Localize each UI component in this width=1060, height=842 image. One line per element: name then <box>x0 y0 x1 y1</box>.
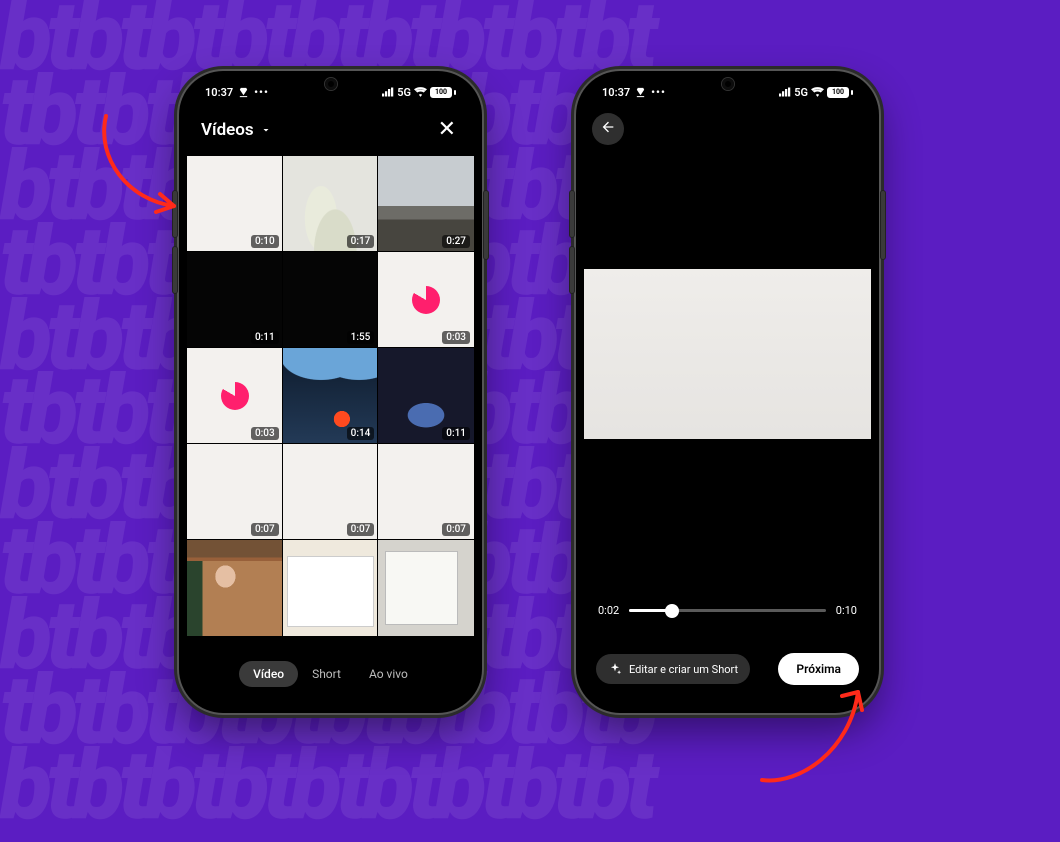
video-thumbnail[interactable]: 0:11 <box>187 252 283 348</box>
thumbnail-duration: 0:03 <box>442 331 470 344</box>
thumbnail-duration: 0:10 <box>251 235 279 248</box>
wifi-icon <box>414 87 427 97</box>
signal-icon <box>779 87 791 97</box>
video-thumbnail[interactable]: 0:07 <box>187 444 283 540</box>
status-time: 10:37 <box>602 86 630 99</box>
video-thumbnail[interactable] <box>187 540 283 636</box>
device-camera-hole <box>325 78 337 90</box>
thumbnail-duration: 0:27 <box>442 235 470 248</box>
spinner-icon <box>221 382 249 410</box>
picker-header: Vídeos ✕ <box>187 105 474 156</box>
scrubber-handle[interactable] <box>665 604 679 618</box>
signal-icon <box>382 87 394 97</box>
video-thumbnail[interactable]: 0:17 <box>283 156 379 252</box>
thumbnail-duration: 1:55 <box>347 331 375 344</box>
battery-indicator: 100 <box>827 87 853 98</box>
tab-live[interactable]: Ao vivo <box>355 661 422 687</box>
video-thumbnail[interactable]: 1:55 <box>283 252 379 348</box>
picker-source-dropdown[interactable]: Vídeos <box>201 120 272 140</box>
wifi-icon <box>811 87 824 97</box>
watermark-pattern: btbtbtbtbtbtbtbtbt tbtbtbtbtbtbtbtbtb bt… <box>0 0 1060 795</box>
device-volume-down <box>173 247 177 293</box>
thumbnail-duration: 0:03 <box>251 427 279 440</box>
arrow-left-icon <box>600 119 616 139</box>
status-more-icon: ••• <box>651 86 666 99</box>
battery-indicator: 100 <box>430 87 456 98</box>
status-time: 10:37 <box>205 86 233 99</box>
tab-short[interactable]: Short <box>298 661 355 687</box>
picker-title-label: Vídeos <box>201 120 254 140</box>
device-power-button <box>484 191 488 259</box>
tutorial-canvas: btbtbtbtbtbtbtbtbt tbtbtbtbtbtbtbtbtb bt… <box>0 0 1060 795</box>
video-preview-frame[interactable] <box>584 269 871 439</box>
phone-mockup-left: 10:37 ••• 5G 100 <box>179 71 482 713</box>
video-thumbnail[interactable]: 0:03 <box>378 252 474 348</box>
device-camera-hole <box>722 78 734 90</box>
thumbnail-duration: 0:11 <box>251 331 279 344</box>
preview-actions: Editar e criar um Short Próxima <box>596 653 859 685</box>
video-thumbnail-grid: 0:10 0:17 0:27 0:11 1:55 0:03 0:03 0:14 0:11 0:07… <box>187 156 474 705</box>
video-thumbnail[interactable]: 0:07 <box>378 444 474 540</box>
video-thumbnail[interactable] <box>378 540 474 636</box>
sparkle-icon <box>608 662 622 676</box>
spinner-icon <box>412 286 440 314</box>
status-app-icon <box>635 87 646 98</box>
scrub-current-time: 0:02 <box>598 604 619 617</box>
video-thumbnail[interactable]: 0:11 <box>378 348 474 444</box>
video-scrubber: 0:02 0:10 <box>598 604 857 617</box>
thumbnail-duration: 0:14 <box>347 427 375 440</box>
video-thumbnail[interactable]: 0:03 <box>187 348 283 444</box>
thumbnail-duration: 0:07 <box>442 523 470 536</box>
chevron-down-icon <box>260 124 272 136</box>
close-button[interactable]: ✕ <box>434 113 460 146</box>
scrub-total-time: 0:10 <box>836 604 857 617</box>
video-thumbnail[interactable] <box>283 540 379 636</box>
scrubber-track[interactable] <box>629 609 826 612</box>
tab-video[interactable]: Vídeo <box>239 661 298 687</box>
edit-create-short-button[interactable]: Editar e criar um Short <box>596 654 750 684</box>
edit-create-short-label: Editar e criar um Short <box>629 663 738 676</box>
status-network-label: 5G <box>794 86 808 99</box>
video-thumbnail[interactable]: 0:14 <box>283 348 379 444</box>
preview-header <box>584 105 871 149</box>
status-network-label: 5G <box>397 86 411 99</box>
status-app-icon <box>238 87 249 98</box>
screen-video-preview: 10:37 ••• 5G 100 <box>584 79 871 705</box>
device-volume-up <box>173 191 177 237</box>
preview-body: 0:02 0:10 Editar e criar um Short Próx <box>584 149 871 705</box>
thumbnail-duration: 0:07 <box>347 523 375 536</box>
device-volume-down <box>570 247 574 293</box>
next-button[interactable]: Próxima <box>778 653 859 685</box>
device-volume-up <box>570 191 574 237</box>
phone-mockup-right: 10:37 ••• 5G 100 <box>576 71 879 713</box>
back-button[interactable] <box>592 113 624 145</box>
close-icon: ✕ <box>438 117 456 142</box>
upload-type-tabs: Vídeo Short Ao vivo <box>187 649 474 705</box>
status-more-icon: ••• <box>254 86 269 99</box>
video-thumbnail[interactable]: 0:07 <box>283 444 379 540</box>
thumbnail-duration: 0:17 <box>347 235 375 248</box>
device-power-button <box>881 191 885 259</box>
screen-video-picker: 10:37 ••• 5G 100 <box>187 79 474 705</box>
video-thumbnail[interactable]: 0:10 <box>187 156 283 252</box>
thumbnail-duration: 0:07 <box>251 523 279 536</box>
video-thumbnail[interactable]: 0:27 <box>378 156 474 252</box>
thumbnail-duration: 0:11 <box>442 427 470 440</box>
